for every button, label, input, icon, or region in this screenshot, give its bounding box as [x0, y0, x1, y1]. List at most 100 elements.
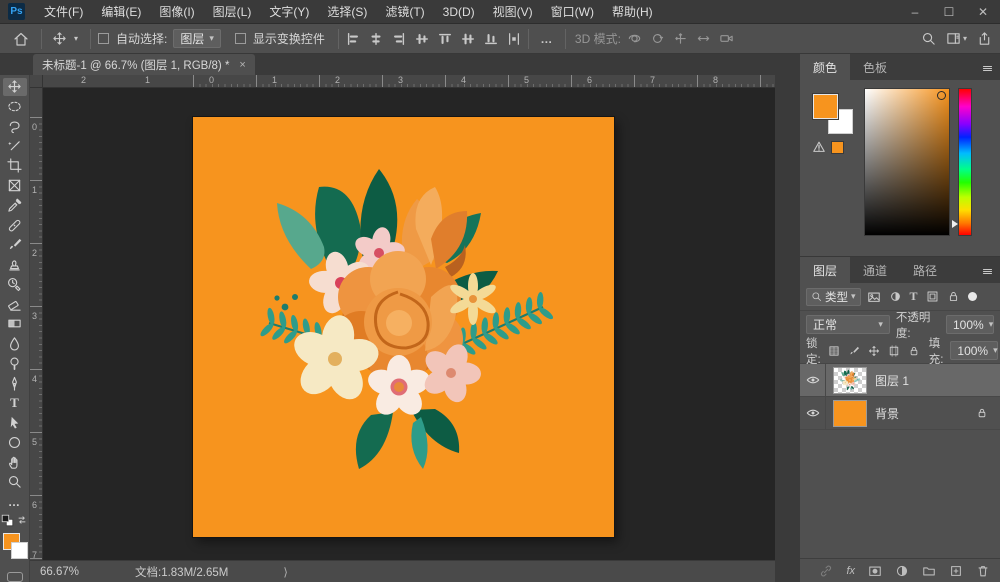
close-button[interactable]: ✕ [966, 0, 1000, 23]
delete-icon[interactable] [976, 564, 990, 578]
menu-item-1[interactable]: 编辑(E) [92, 0, 150, 24]
hand-tool[interactable] [3, 453, 27, 471]
menu-item-10[interactable]: 帮助(H) [603, 0, 662, 24]
lock-transparent-icon[interactable] [828, 345, 840, 357]
status-expand-icon[interactable]: ⟩ [283, 565, 288, 579]
panel-menu-icon[interactable] [981, 62, 994, 75]
home-icon[interactable] [8, 31, 34, 47]
layer-visibility-eye-icon[interactable] [800, 397, 826, 429]
adjustment-filter-icon[interactable] [889, 290, 902, 303]
layer-filter-toggle[interactable] [968, 292, 977, 301]
align-left-icon[interactable] [346, 32, 360, 46]
mask-icon[interactable] [868, 564, 882, 578]
align-middle-icon[interactable] [461, 32, 475, 46]
history-brush-tool[interactable] [3, 276, 27, 294]
lock-all-icon[interactable] [908, 345, 920, 357]
menu-item-3[interactable]: 图层(L) [204, 0, 261, 24]
lock-artboard-icon[interactable] [888, 345, 900, 357]
color-panel-tab-色板[interactable]: 色板 [850, 54, 900, 80]
heal-tool[interactable] [3, 216, 27, 234]
layer-row-0[interactable]: 图层 1 [800, 364, 1000, 397]
hue-slider[interactable] [958, 88, 972, 236]
path-select-tool[interactable] [3, 414, 27, 432]
gamut-warning-swatch[interactable] [831, 141, 844, 154]
layers-panel-tab-图层[interactable]: 图层 [800, 257, 850, 283]
type-filter-icon[interactable]: T [910, 289, 918, 304]
background-color-swatch[interactable] [11, 542, 28, 559]
lasso-tool[interactable] [3, 118, 27, 136]
workspace-icon[interactable] [946, 31, 961, 46]
align-top-icon[interactable] [438, 32, 452, 46]
eraser-tool[interactable] [3, 295, 27, 313]
color-panel-tab-颜色[interactable]: 颜色 [800, 54, 850, 80]
ellipsis-tool[interactable]: … [3, 493, 27, 511]
gamut-warning[interactable] [812, 140, 844, 154]
move-tool[interactable] [3, 78, 27, 96]
blend-mode-dropdown[interactable]: 正常 ▾ [806, 315, 890, 334]
layer-row-1[interactable]: 背景 [800, 397, 1000, 430]
canvas[interactable] [193, 117, 614, 537]
quick-mask-button[interactable] [7, 572, 23, 582]
align-right-icon[interactable] [392, 32, 406, 46]
adjustment-icon[interactable] [895, 564, 909, 578]
layers-panel-tab-路径[interactable]: 路径 [900, 257, 950, 283]
menu-item-4[interactable]: 文字(Y) [260, 0, 318, 24]
chevron-down-icon[interactable]: ▾ [69, 34, 83, 43]
blur-tool[interactable] [3, 335, 27, 353]
shape-tool[interactable] [3, 434, 27, 452]
3d-orbit-icon[interactable] [627, 31, 642, 46]
auto-select-checkbox[interactable] [98, 33, 109, 44]
menu-item-7[interactable]: 3D(D) [434, 0, 484, 24]
swap-colors-icon[interactable] [16, 514, 28, 526]
fx-icon[interactable]: fx [846, 565, 855, 577]
3d-pan-icon[interactable] [673, 31, 688, 46]
pen-tool[interactable] [3, 374, 27, 392]
default-colors-icon[interactable] [1, 514, 14, 527]
color-picker-handle[interactable] [937, 91, 946, 100]
menu-item-8[interactable]: 视图(V) [484, 0, 542, 24]
opacity-field[interactable]: 100% ▾ [946, 315, 994, 334]
menu-item-0[interactable]: 文件(F) [35, 0, 92, 24]
zoom-level-field[interactable]: 66.67% [40, 566, 110, 578]
3d-roll-icon[interactable] [650, 31, 665, 46]
crop-tool[interactable] [3, 157, 27, 175]
menu-item-5[interactable]: 选择(S) [318, 0, 376, 24]
foreground-color-swatch[interactable] [813, 94, 838, 119]
layer-filter-type-dropdown[interactable]: 类型 ▾ [806, 288, 861, 306]
new-layer-icon[interactable] [949, 564, 963, 578]
zoom-tool[interactable] [3, 473, 27, 491]
group-icon[interactable] [922, 564, 936, 578]
auto-select-dropdown[interactable]: 图层 ▾ [173, 29, 221, 48]
marquee-tool[interactable] [3, 98, 27, 116]
search-icon[interactable] [921, 31, 936, 46]
menu-item-6[interactable]: 滤镜(T) [376, 0, 433, 24]
eyedropper-tool[interactable] [3, 197, 27, 215]
pixel-filter-icon[interactable] [867, 290, 881, 304]
maximize-button[interactable]: ☐ [932, 0, 966, 23]
tab-close-icon[interactable]: × [239, 59, 245, 71]
dodge-tool[interactable] [3, 355, 27, 373]
hue-slider-handle[interactable] [952, 220, 958, 228]
document-tab[interactable]: 未标题-1 @ 66.7% (图层 1, RGB/8) * × [33, 54, 255, 75]
stamp-tool[interactable] [3, 256, 27, 274]
menu-item-2[interactable]: 图像(I) [150, 0, 203, 24]
brush-tool[interactable] [3, 236, 27, 254]
ruler-horizontal[interactable]: 210123456789 [43, 75, 775, 88]
panel-menu-icon[interactable] [981, 265, 994, 278]
saturation-brightness-field[interactable] [864, 88, 950, 236]
share-icon[interactable] [977, 31, 992, 46]
frame-tool[interactable] [3, 177, 27, 195]
wand-tool[interactable] [3, 137, 27, 155]
shape-filter-icon[interactable] [926, 290, 939, 303]
link-icon[interactable] [819, 564, 833, 578]
move-tool-preset-icon[interactable] [49, 31, 69, 46]
ruler-vertical[interactable]: 01234567 [30, 88, 43, 560]
3d-slide-icon[interactable] [696, 31, 711, 46]
more-options-icon[interactable]: … [536, 32, 558, 46]
lock-paint-icon[interactable] [848, 345, 860, 357]
layer-visibility-eye-icon[interactable] [800, 364, 826, 396]
align-bottom-icon[interactable] [484, 32, 498, 46]
ruler-corner[interactable] [30, 75, 43, 88]
layers-panel-tab-通道[interactable]: 通道 [850, 257, 900, 283]
layer-thumbnail[interactable] [833, 400, 867, 427]
